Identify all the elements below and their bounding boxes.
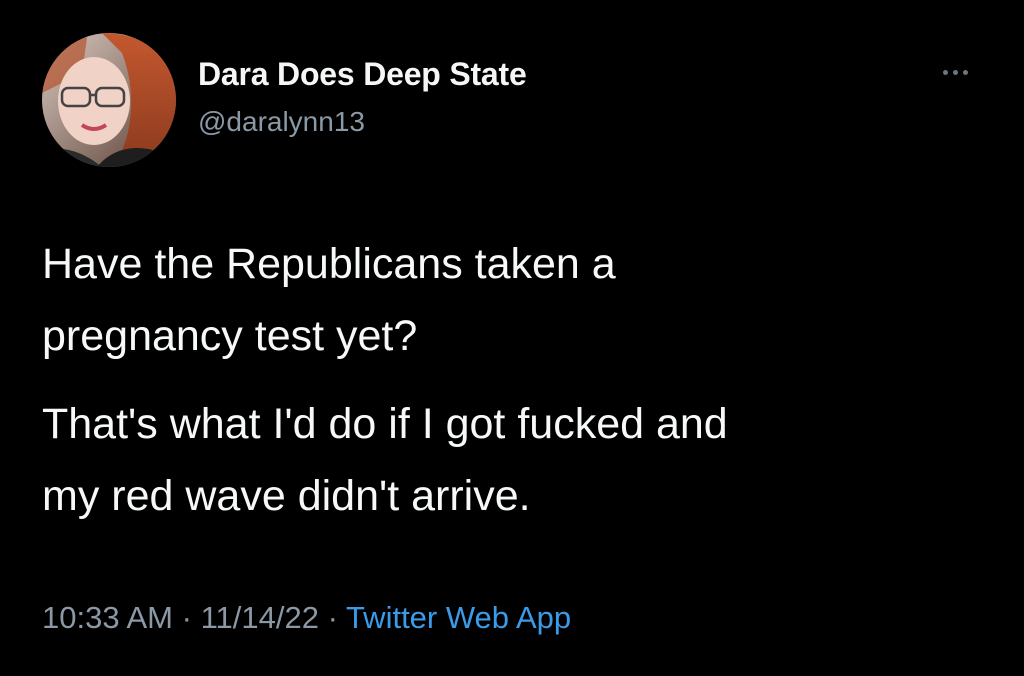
display-name[interactable]: Dara Does Deep State <box>198 56 527 93</box>
more-options-icon[interactable] <box>934 60 976 84</box>
tweet-source-link[interactable]: Twitter Web App <box>346 600 571 635</box>
tweet-line: my red wave didn't arrive. <box>42 472 531 520</box>
separator: · <box>181 600 192 635</box>
tweet-card: Dara Does Deep State @daralynn13 Have th… <box>0 0 1024 676</box>
avatar[interactable] <box>42 33 176 167</box>
tweet-line: Have the Republicans taken a <box>42 240 616 288</box>
user-handle[interactable]: @daralynn13 <box>198 106 365 138</box>
tweet-metadata: 10:33 AM · 11/14/22 · Twitter Web App <box>42 600 571 636</box>
tweet-line: pregnancy test yet? <box>42 312 418 360</box>
tweet-time[interactable]: 10:33 AM <box>42 600 173 635</box>
separator: · <box>327 600 338 635</box>
dot <box>962 69 968 75</box>
tweet-date[interactable]: 11/14/22 <box>201 600 319 635</box>
profile-photo-icon <box>42 33 176 167</box>
tweet-text: Have the Republicans taken a pregnancy t… <box>42 228 982 532</box>
tweet-line: That's what I'd do if I got fucked and <box>42 400 728 448</box>
dot <box>952 69 958 75</box>
dot <box>942 69 948 75</box>
